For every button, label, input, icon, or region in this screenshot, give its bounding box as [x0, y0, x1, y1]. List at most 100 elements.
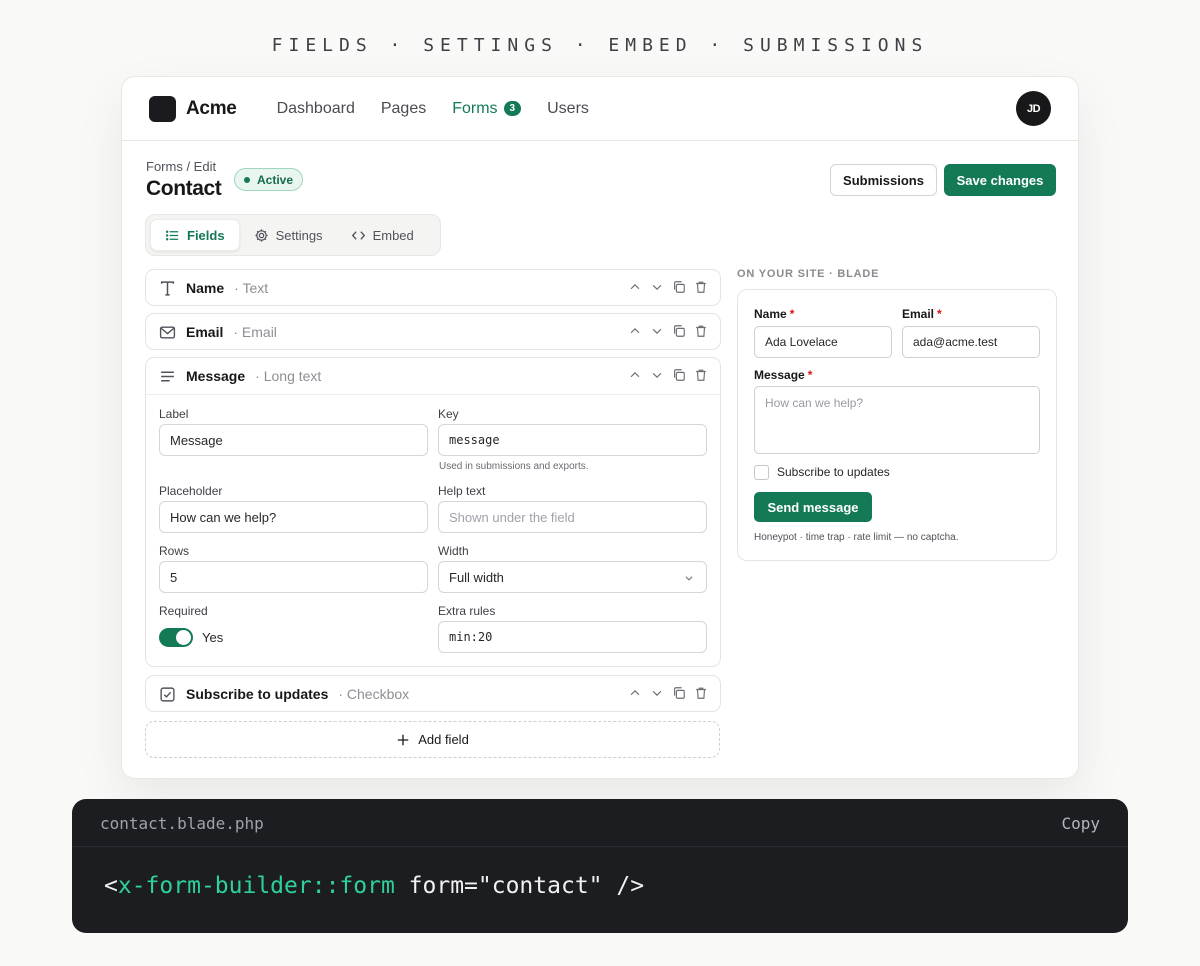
tab-fields[interactable]: Fields — [150, 219, 240, 251]
code-attrs: form="contact" /> — [394, 873, 645, 899]
form-preview: Name * Ada Lovelace Email * ada@acme.test … — [737, 289, 1057, 561]
preview-name-label: Name * — [754, 307, 794, 321]
nav-label: Pages — [380, 99, 427, 117]
trash-icon[interactable] — [693, 685, 708, 701]
field-name: Subscribe to updates — [186, 686, 329, 702]
list-icon — [165, 230, 179, 240]
app-window: Acme Dashboard Pages Forms 3 Users JD Fo… — [121, 76, 1079, 779]
placeholder-input[interactable]: How can we help? — [159, 501, 428, 533]
move-up-icon[interactable] — [627, 323, 642, 339]
code-icon — [351, 230, 365, 240]
embed-code-panel: contact.blade.php Copy <x-form-builder::… — [72, 799, 1128, 933]
move-up-icon[interactable] — [627, 367, 642, 383]
rows-input[interactable]: 5 — [159, 561, 428, 593]
field-row-name[interactable]: Name · Text — [145, 269, 721, 306]
copy-button[interactable]: Copy — [1061, 814, 1100, 833]
label-input[interactable]: Message — [159, 424, 428, 456]
preview-name-input[interactable]: Ada Lovelace — [754, 326, 892, 358]
forms-count-badge: 3 — [503, 101, 522, 116]
field-name: Message — [186, 368, 246, 384]
move-down-icon[interactable] — [649, 279, 664, 295]
key-field-label: Key — [438, 407, 459, 421]
label-text: Email — [902, 307, 935, 321]
field-row-subscribe[interactable]: Subscribe to updates · Checkbox — [145, 675, 721, 712]
nav-dashboard[interactable]: Dashboard — [277, 100, 355, 118]
tab-settings[interactable]: Settings — [240, 219, 337, 251]
move-up-icon[interactable] — [627, 279, 642, 295]
extra-rules-input[interactable]: min:20 — [438, 621, 707, 653]
required-mark: * — [937, 307, 942, 321]
width-select-value: Full width — [449, 569, 504, 585]
tab-label: Embed — [372, 227, 414, 243]
move-up-icon[interactable] — [627, 685, 642, 701]
field-editor: Label Message Key message Used in submis… — [146, 394, 720, 666]
duplicate-icon[interactable] — [671, 323, 686, 339]
duplicate-icon[interactable] — [671, 367, 686, 383]
trash-icon[interactable] — [693, 323, 708, 339]
page-caption: FIELDS · SETTINGS · EMBED · SUBMISSIONS — [271, 35, 929, 56]
plus-icon — [397, 734, 409, 745]
field-header: Subscribe to updates · Checkbox — [146, 676, 720, 712]
field-header: Message · Long text — [146, 358, 720, 394]
row-actions — [627, 323, 708, 339]
checkbox-icon — [160, 686, 175, 702]
required-mark: * — [789, 307, 795, 321]
help-text-field-label: Help text — [438, 484, 486, 498]
trash-icon[interactable] — [693, 279, 708, 295]
nav-forms[interactable]: Forms 3 — [452, 100, 522, 118]
help-text-input[interactable]: Shown under the field — [438, 501, 707, 533]
tab-label: Fields — [187, 227, 225, 243]
send-message-button[interactable]: Send message — [754, 492, 872, 522]
tab-label: Settings — [275, 227, 323, 243]
editor-tabs: Fields Settings Embed — [145, 214, 441, 256]
width-select[interactable]: Full width — [438, 561, 707, 593]
field-type: · Text — [234, 280, 269, 296]
preview-message-textarea[interactable]: How can we help? — [754, 386, 1040, 454]
row-actions — [627, 279, 708, 295]
save-changes-button[interactable]: Save changes — [944, 164, 1056, 196]
text-icon — [160, 280, 175, 296]
label-field-label: Label — [159, 407, 189, 421]
preview-email-input[interactable]: ada@acme.test — [902, 326, 1040, 358]
required-toggle-label: Yes — [202, 630, 224, 645]
page-title: Contact — [146, 177, 222, 200]
move-down-icon[interactable] — [649, 367, 664, 383]
tab-embed[interactable]: Embed — [337, 219, 428, 251]
brand-name: Acme — [186, 97, 237, 119]
field-type: · Checkbox — [338, 686, 410, 702]
field-type: · Long text — [255, 368, 322, 384]
extra-rules-field-label: Extra rules — [438, 604, 496, 618]
field-row-email[interactable]: Email · Email — [145, 313, 721, 350]
submissions-button[interactable]: Submissions — [830, 164, 937, 196]
placeholder-field-label: Placeholder — [159, 484, 223, 498]
nav-pages[interactable]: Pages — [381, 100, 426, 118]
field-row-message[interactable]: Message · Long text Label Message Key me… — [145, 357, 721, 667]
field-header: Email · Email — [146, 314, 720, 350]
add-field-button[interactable]: Add field — [145, 721, 720, 758]
preview-subscribe-checkbox[interactable] — [754, 465, 769, 480]
duplicate-icon[interactable] — [671, 279, 686, 295]
user-avatar[interactable]: JD — [1016, 91, 1051, 126]
duplicate-icon[interactable] — [671, 685, 686, 701]
field-name: Name — [186, 280, 225, 296]
key-input[interactable]: message — [438, 424, 707, 456]
status-badge: Active — [234, 168, 304, 191]
main-nav: Dashboard Pages Forms 3 Users — [277, 100, 589, 118]
gear-icon — [254, 228, 268, 242]
field-header: Name · Text — [146, 270, 720, 306]
code-filename: contact.blade.php — [100, 814, 264, 833]
breadcrumb: Forms / Edit — [146, 159, 217, 174]
required-toggle[interactable] — [159, 628, 193, 647]
logo-icon — [149, 95, 176, 122]
trash-icon[interactable] — [693, 367, 708, 383]
code-snippet[interactable]: <x-form-builder::form form="contact" /> — [104, 873, 644, 899]
move-down-icon[interactable] — [649, 323, 664, 339]
move-down-icon[interactable] — [649, 685, 664, 701]
preview-footnote: Honeypot · time trap · rate limit — no c… — [754, 532, 959, 543]
mail-icon — [159, 325, 176, 339]
paragraph-icon — [161, 371, 174, 381]
preview-title: ON YOUR SITE · BLADE — [737, 268, 880, 280]
preview-email-label: Email * — [902, 307, 942, 321]
nav-users[interactable]: Users — [547, 100, 589, 118]
field-name: Email — [186, 324, 224, 340]
